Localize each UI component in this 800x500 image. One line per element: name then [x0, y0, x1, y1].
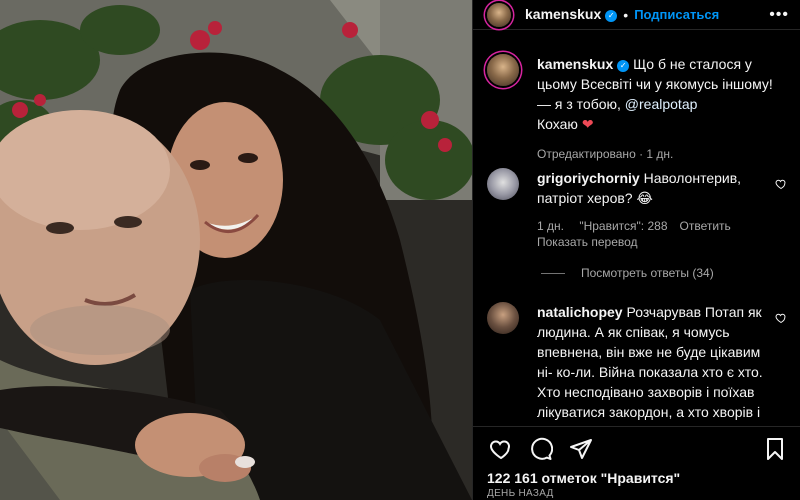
comment-time[interactable]: 1 дн.: [537, 219, 564, 233]
commenter-avatar[interactable]: [487, 302, 519, 334]
like-heart-icon[interactable]: [489, 437, 513, 461]
caption-verified-badge-icon: ✓: [617, 60, 630, 72]
post-header: kamenskux ✓ • Подписаться •••: [473, 0, 800, 30]
comment-bubble-icon[interactable]: [529, 437, 553, 461]
commenter-avatar[interactable]: [487, 168, 519, 200]
caption-username[interactable]: kamenskux: [537, 56, 613, 72]
post-photo-graphic: [0, 0, 472, 500]
comment-item: natalichopey Розчарував Потап як людина.…: [487, 302, 787, 426]
comment-reply-button[interactable]: Ответить: [680, 219, 731, 233]
post-caption: kamenskux ✓ Що б не сталося у цьому Всесв…: [487, 54, 787, 164]
comment-actions: 1 дн. "Нравится": 288 Ответить Показать п…: [537, 218, 775, 250]
post-details-panel: kamenskux ✓ • Подписаться ••• kamenskux ✓ …: [472, 0, 800, 500]
comment-likes[interactable]: "Нравится": 288: [579, 219, 667, 233]
save-bookmark-icon[interactable]: [763, 437, 787, 461]
caption-text-2: Кохаю: [537, 116, 582, 132]
more-options-icon[interactable]: •••: [769, 6, 789, 24]
author-username[interactable]: kamenskux: [525, 6, 601, 22]
comment-body: natalichopey Розчарував Потап як людина.…: [537, 302, 775, 426]
comment-text: Розчарував Потап як людина. А як співак,…: [537, 304, 763, 426]
comment-like-heart-icon[interactable]: [775, 178, 787, 190]
show-translation-link[interactable]: Показать перевод: [537, 235, 638, 249]
comments-list[interactable]: kamenskux ✓ Що б не сталося у цьому Всесв…: [473, 40, 800, 426]
comment-like-heart-icon[interactable]: [775, 312, 787, 324]
heart-emoji-icon: ❤: [581, 116, 594, 132]
post-date[interactable]: ДЕНЬ НАЗАД: [487, 488, 554, 499]
comment-item: grigoriychorniy Наволонтерив, патріот хе…: [487, 168, 787, 250]
likes-count[interactable]: 122 161 отметок "Нравится": [487, 470, 680, 486]
caption-meta: Отредактировано · 1 дн.: [537, 147, 674, 161]
follow-button[interactable]: Подписаться: [634, 7, 719, 22]
commenter-username[interactable]: grigoriychorniy: [537, 170, 640, 186]
comment-body: grigoriychorniy Наволонтерив, патріот хе…: [537, 168, 775, 250]
post-photo[interactable]: [0, 0, 472, 500]
replies-divider: [541, 272, 565, 274]
view-replies-label: Посмотреть ответы (34): [581, 266, 714, 280]
post-action-bar: [487, 435, 787, 463]
author-username-wrap: kamenskux ✓: [525, 6, 618, 24]
header-separator: •: [623, 6, 629, 23]
verified-badge-icon: ✓: [605, 9, 618, 22]
post-footer: 122 161 отметок "Нравится" ДЕНЬ НАЗАД: [473, 426, 800, 500]
author-avatar[interactable]: [487, 2, 511, 27]
commenter-username[interactable]: natalichopey: [537, 304, 623, 320]
view-replies-button[interactable]: Посмотреть ответы (34): [541, 266, 714, 280]
share-send-icon[interactable]: [569, 437, 593, 461]
caption-body: kamenskux ✓ Що б не сталося у цьому Всесв…: [537, 54, 787, 164]
caption-mention-link[interactable]: @realpotap: [625, 96, 698, 112]
caption-avatar[interactable]: [487, 54, 519, 86]
